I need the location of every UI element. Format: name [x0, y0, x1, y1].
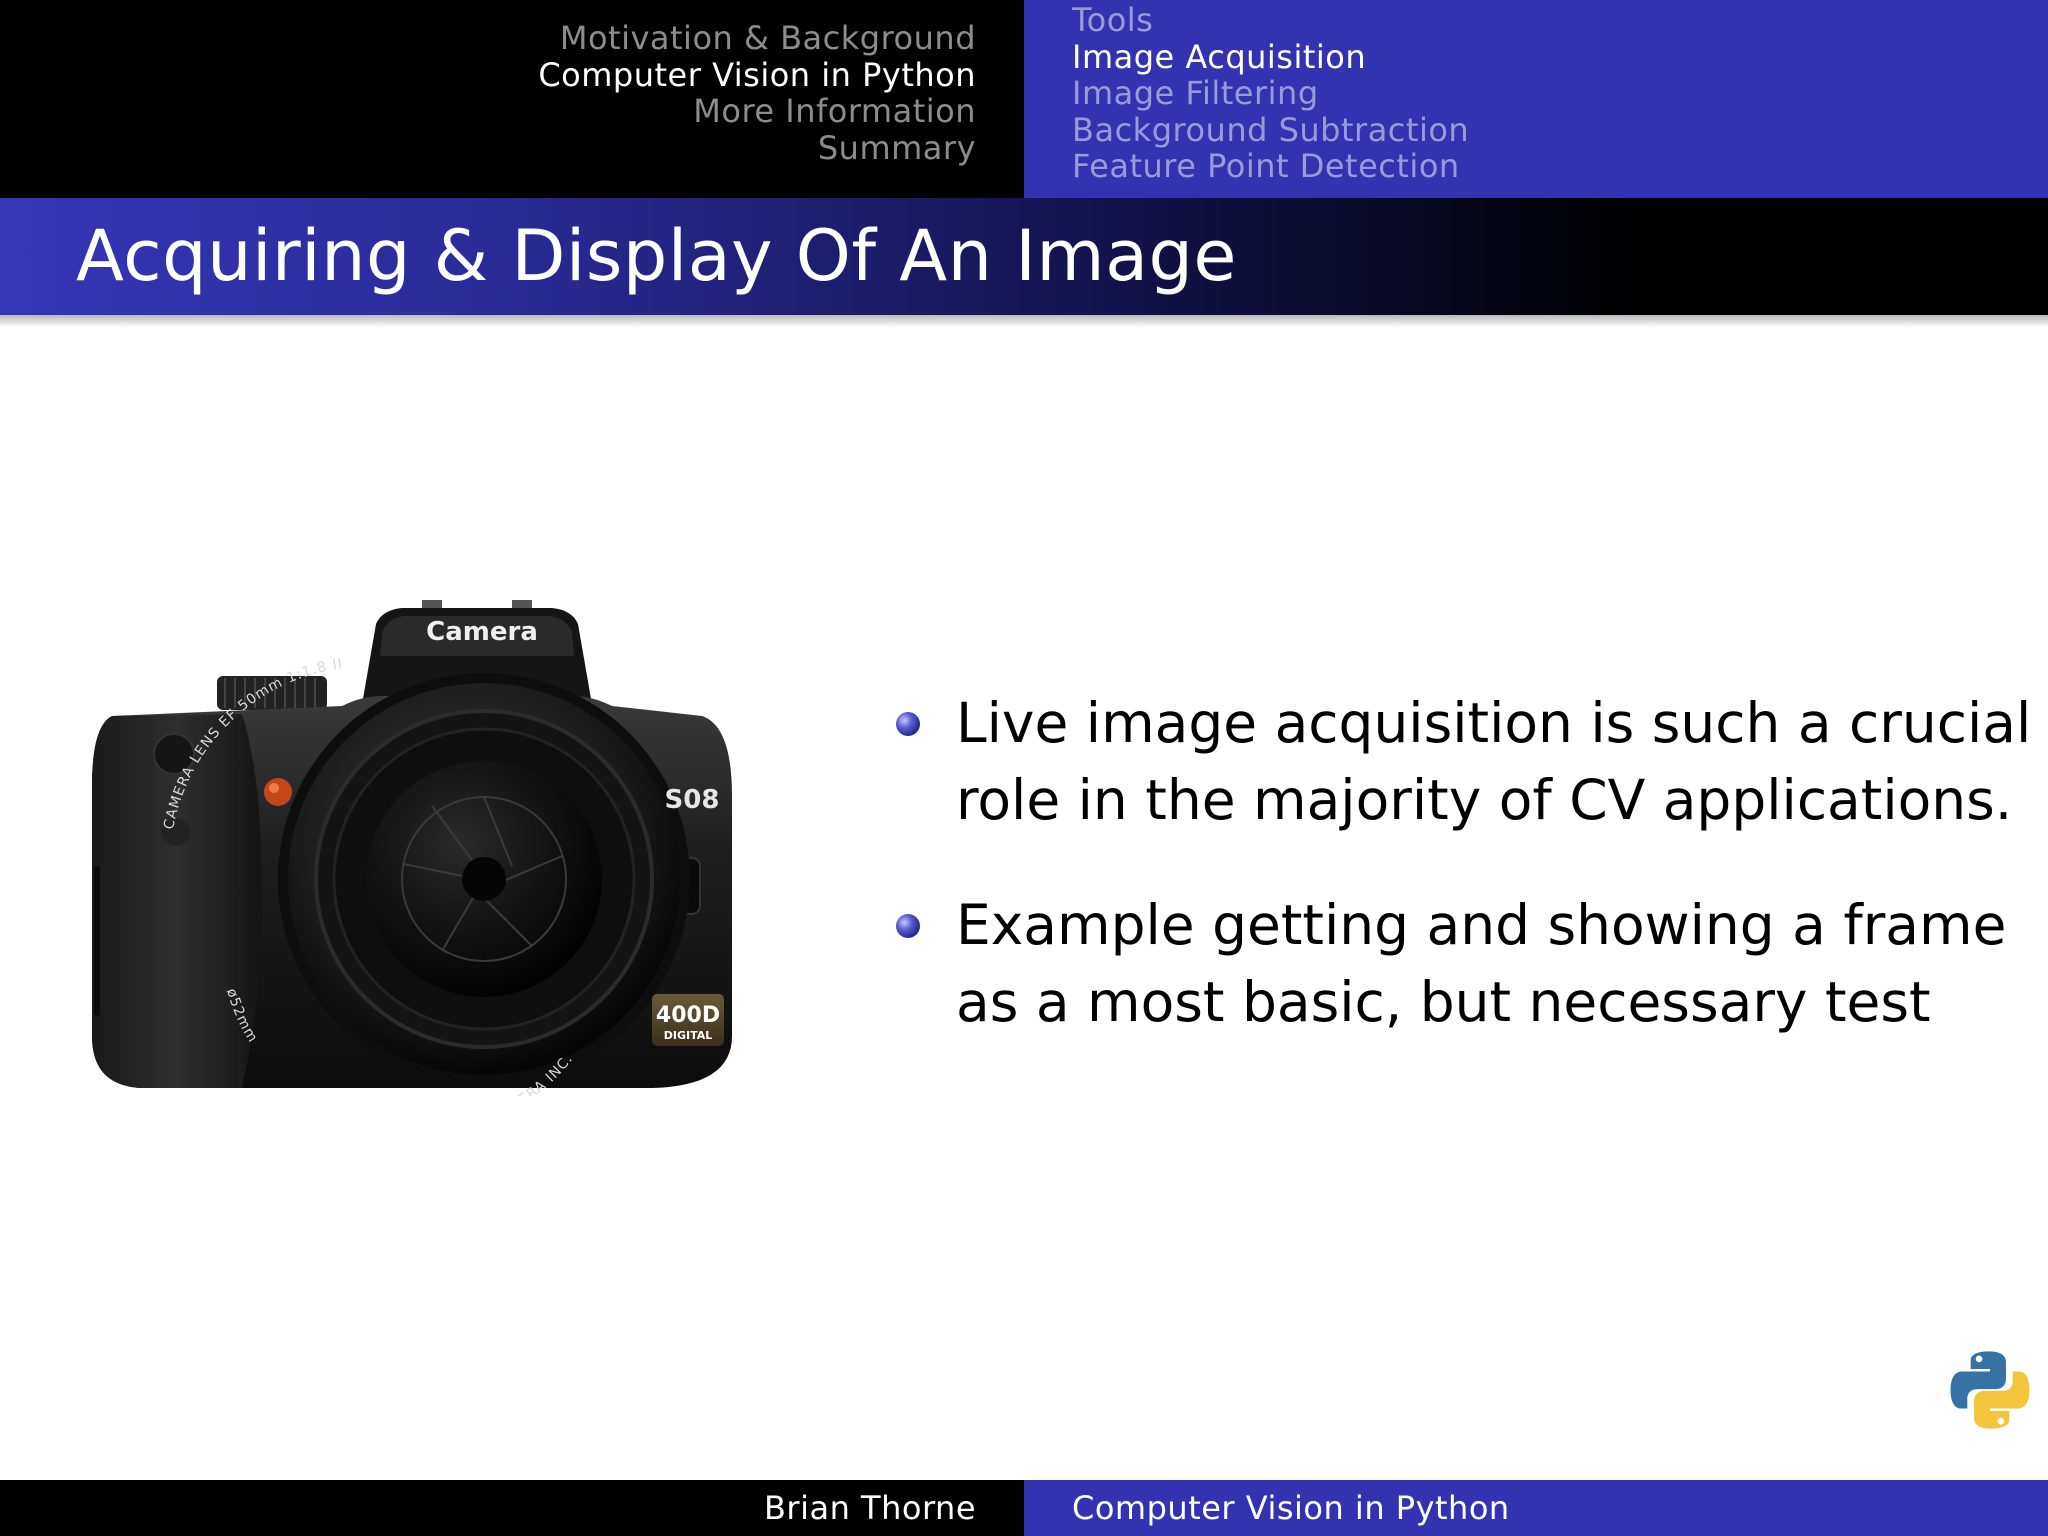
bullet-ball-icon — [896, 712, 920, 736]
nav-section-computer-vision[interactable]: Computer Vision in Python — [538, 56, 976, 94]
nav-subsection-tools[interactable]: Tools — [1072, 2, 1469, 39]
nav-subsection-background-subtraction[interactable]: Background Subtraction — [1072, 112, 1469, 149]
slide: Motivation & Background Computer Vision … — [0, 0, 2048, 1536]
footer-author-box: Brian Thorne — [0, 1480, 1024, 1536]
bullet-line: Live image acquisition is such a crucial — [956, 691, 2032, 755]
bullet-list: Live image acquisition is such a crucial… — [890, 685, 2032, 1089]
frame-title-bar: Acquiring & Display Of An Image — [0, 198, 2048, 327]
subsection-navigation: Tools Image Acquisition Image Filtering … — [1024, 0, 2048, 198]
bullet-ball-icon — [896, 914, 920, 938]
nav-subsection-image-acquisition[interactable]: Image Acquisition — [1072, 38, 1469, 76]
footer-author: Brian Thorne — [763, 1489, 976, 1527]
section-navigation: Motivation & Background Computer Vision … — [0, 0, 1024, 198]
subsection-list: Tools Image Acquisition Image Filtering … — [1072, 2, 1469, 185]
section-list: Motivation & Background Computer Vision … — [538, 20, 976, 166]
bullet-line: Example getting and showing a frame — [956, 893, 2007, 957]
dslr-camera-illustration: CAMERA LENS EF 50mm 1:1.8 II ø52mm CAMER… — [92, 600, 732, 1096]
footer-title-box: Computer Vision in Python — [1024, 1480, 2048, 1536]
nav-subsection-image-filtering[interactable]: Image Filtering — [1072, 75, 1469, 112]
camera-brand-label: Camera — [426, 617, 538, 647]
nav-section-more-information[interactable]: More Information — [538, 93, 976, 130]
camera-model-number: S08 — [665, 785, 720, 815]
footer: Brian Thorne Computer Vision in Python — [0, 1480, 2048, 1536]
footer-title: Computer Vision in Python — [1072, 1489, 1510, 1527]
bullet-line: as a most basic, but necessary test — [956, 970, 1931, 1034]
bullet-item: Example getting and showing a frame as a… — [890, 887, 2010, 1041]
nav-subsection-feature-point-detection[interactable]: Feature Point Detection — [1072, 148, 1469, 185]
header-navigation: Motivation & Background Computer Vision … — [0, 0, 2048, 198]
bullet-line: role in the majority of CV applications. — [956, 768, 2013, 832]
camera-badge-model: 400D — [656, 1003, 720, 1028]
nav-section-motivation[interactable]: Motivation & Background — [538, 20, 976, 57]
python-logo-icon — [1950, 1351, 2030, 1429]
frame-title: Acquiring & Display Of An Image — [76, 215, 1237, 297]
bullet-item: Live image acquisition is such a crucial… — [890, 685, 2032, 839]
nav-section-summary[interactable]: Summary — [538, 130, 976, 167]
camera-badge-sub: DIGITAL — [664, 1029, 713, 1042]
